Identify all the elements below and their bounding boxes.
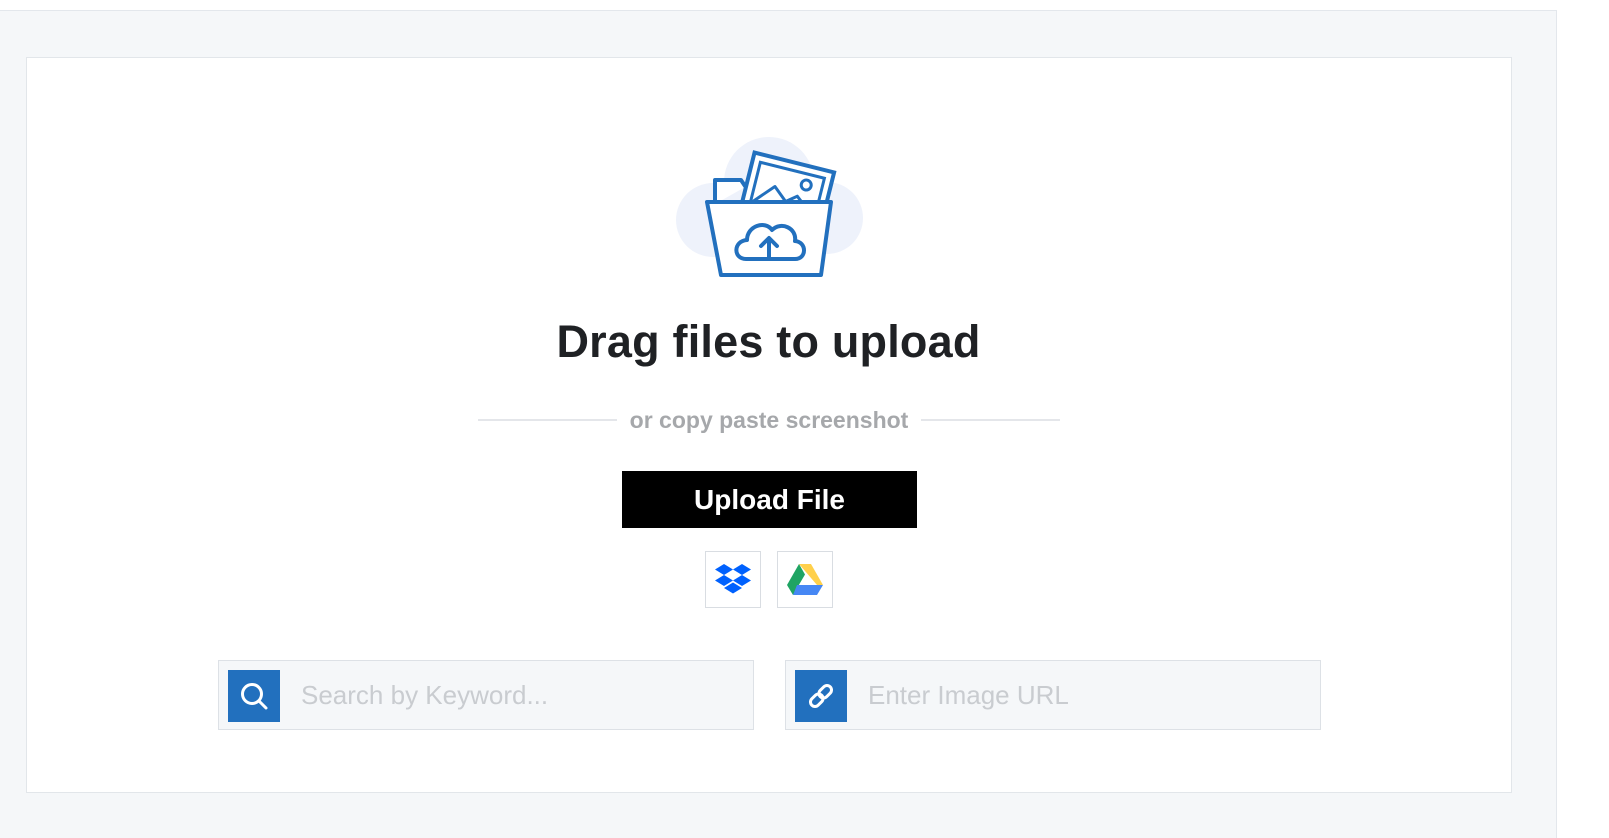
dropzone-title: Drag files to upload	[556, 316, 981, 367]
upload-file-button[interactable]: Upload File	[622, 471, 917, 528]
search-field	[218, 660, 754, 730]
link-icon	[808, 683, 834, 709]
divider-line-left	[478, 419, 617, 421]
google-drive-button[interactable]	[777, 551, 833, 608]
dropbox-icon	[715, 563, 751, 593]
image-url-field	[785, 660, 1321, 730]
search-button[interactable]	[228, 670, 280, 722]
divider-line-right	[921, 419, 1060, 421]
search-icon	[241, 683, 268, 710]
divider: or copy paste screenshot	[478, 404, 1060, 436]
folder-upload-icon	[676, 137, 863, 277]
image-url-input[interactable]	[858, 661, 1308, 729]
google-drive-icon	[787, 563, 823, 595]
link-button[interactable]	[795, 670, 847, 722]
divider-text: or copy paste screenshot	[629, 406, 909, 433]
dropbox-button[interactable]	[705, 551, 761, 608]
search-input[interactable]	[291, 661, 741, 729]
